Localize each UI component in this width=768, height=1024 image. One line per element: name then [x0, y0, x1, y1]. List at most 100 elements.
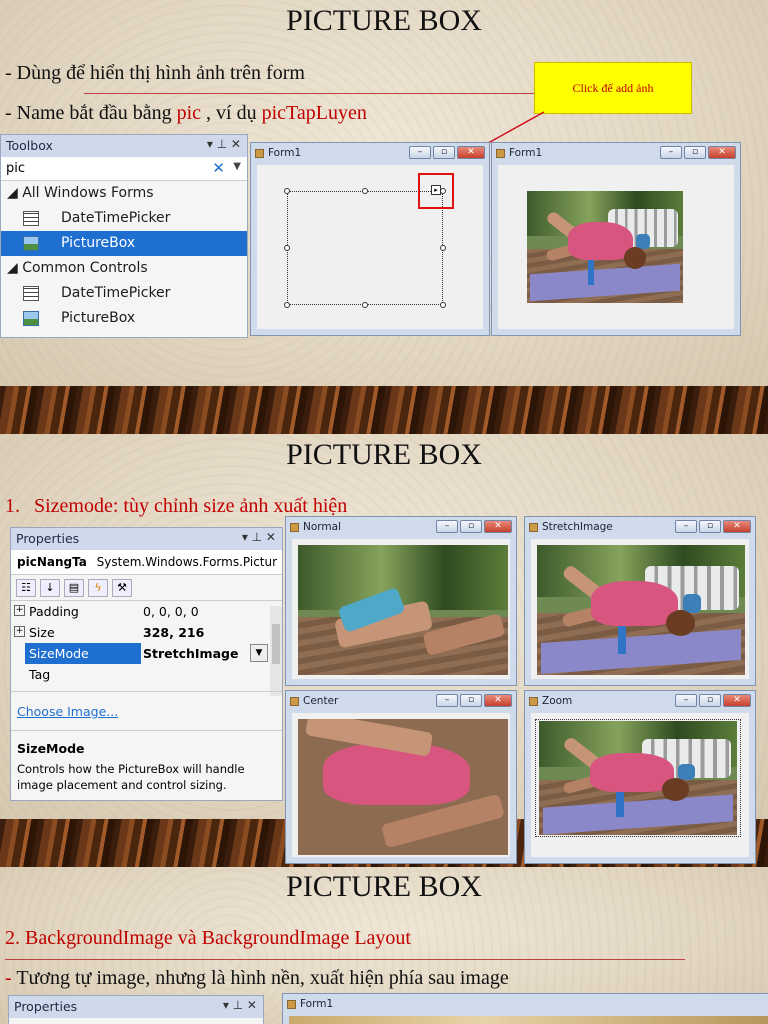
toolbox-title: Toolbox	[6, 138, 53, 153]
form-window: Form1	[282, 993, 768, 1024]
chevron-down-icon[interactable]: ▼	[233, 161, 241, 172]
bullet-text: , ví dụ	[201, 102, 262, 124]
description-text: Controls how the PictureBox will handle …	[17, 762, 245, 792]
maximize-button[interactable]: ▫	[699, 520, 721, 533]
window-titlebar: Center – ▫ ✕	[286, 691, 516, 712]
form-result-window: Form1 – ▫ ✕	[491, 142, 741, 336]
minimize-button[interactable]: –	[660, 146, 682, 159]
minimize-button[interactable]: –	[409, 146, 431, 159]
item-label: PictureBox	[61, 310, 136, 326]
form-client-area	[498, 165, 734, 329]
toolbox-item-datetimepicker[interactable]: DateTimePicker	[1, 206, 247, 231]
close-button[interactable]: ✕	[457, 146, 485, 159]
resize-handle[interactable]	[362, 188, 368, 194]
property-value: 328, 216	[143, 625, 205, 640]
form-client-area	[292, 539, 510, 679]
object-selector[interactable]: picNangTa System.Windows.Forms.Pictur	[11, 550, 282, 575]
workout-photo	[539, 721, 737, 835]
maximize-button[interactable]: ▫	[460, 520, 482, 533]
window-title: Form1	[300, 998, 334, 1010]
toolbox-item-picturebox[interactable]: PictureBox	[1, 306, 247, 331]
properties-icon[interactable]: ▤	[64, 579, 84, 597]
clear-icon[interactable]: ✕	[212, 159, 225, 177]
pin-close-icons[interactable]: ▾ ⊥ ✕	[242, 530, 276, 544]
close-button[interactable]: ✕	[708, 146, 736, 159]
app-icon	[290, 697, 299, 706]
minimize-button[interactable]: –	[675, 694, 697, 707]
close-button[interactable]: ✕	[723, 694, 751, 707]
close-button[interactable]: ✕	[484, 694, 512, 707]
item-label: DateTimePicker	[61, 210, 171, 226]
minimize-button[interactable]: –	[675, 520, 697, 533]
property-row-size[interactable]: + Size 328, 216	[11, 622, 282, 643]
chevron-down-icon[interactable]: ▼	[250, 644, 268, 662]
divider-line	[84, 93, 534, 94]
alphabetical-icon[interactable]: ↓	[40, 579, 60, 597]
expand-icon[interactable]: +	[14, 626, 25, 637]
window-titlebar: Normal – ▫ ✕	[286, 517, 516, 538]
form-client-area	[292, 713, 510, 857]
pin-close-icons[interactable]: ▾ ⊥ ✕	[207, 137, 241, 151]
resize-handle[interactable]	[284, 188, 290, 194]
minimize-button[interactable]: –	[436, 694, 458, 707]
properties-title: Properties	[14, 999, 78, 1014]
property-row-sizemode[interactable]: SizeMode StretchImage ▼	[11, 643, 282, 664]
properties-header: Properties ▾ ⊥ ✕	[11, 528, 282, 550]
maximize-button[interactable]: ▫	[433, 146, 455, 159]
window-title: StretchImage	[542, 521, 613, 533]
categorized-icon[interactable]: ☷	[16, 579, 36, 597]
divider-line	[5, 959, 685, 960]
bullet-text: - Name bắt đầu bằng	[5, 102, 177, 124]
properties-panel: Properties ▾ ⊥ ✕ picNangTa System.Window…	[10, 527, 283, 801]
item-label: DateTimePicker	[61, 285, 171, 301]
object-type: System.Windows.Forms.Pictur	[96, 555, 278, 569]
choose-image-link[interactable]: Choose Image...	[17, 704, 118, 719]
heading-text: Sizemode: tùy chỉnh size ảnh xuất hiện	[34, 495, 348, 517]
pin-close-icons[interactable]: ▾ ⊥ ✕	[223, 998, 257, 1012]
resize-handle[interactable]	[284, 302, 290, 308]
close-button[interactable]: ✕	[723, 520, 751, 533]
close-button[interactable]: ✕	[484, 520, 512, 533]
search-value: pic	[6, 161, 26, 176]
properties-panel: Properties ▾ ⊥ ✕	[8, 995, 264, 1024]
wood-divider	[0, 386, 768, 434]
wrench-icon[interactable]: ⚒	[112, 579, 132, 597]
section-heading: 2. BackgroundImage và BackgroundImage La…	[5, 927, 411, 949]
property-name: SizeMode	[25, 643, 141, 664]
property-name: Size	[29, 625, 55, 640]
property-name: Tag	[29, 667, 51, 682]
toolbox-search-input[interactable]: pic ✕ ▼	[1, 157, 247, 181]
scrollbar[interactable]	[270, 606, 282, 696]
category-common-controls[interactable]: ◢ Common Controls	[1, 256, 247, 281]
minimize-button[interactable]: –	[436, 520, 458, 533]
app-icon	[255, 149, 264, 158]
window-title: Form1	[509, 147, 543, 159]
property-row-padding[interactable]: + Padding 0, 0, 0, 0	[11, 601, 282, 622]
app-icon	[287, 1000, 296, 1009]
property-row-tag[interactable]: Tag	[11, 664, 282, 685]
window-title: Form1	[268, 147, 302, 159]
toolbox-item-picturebox[interactable]: PictureBox	[1, 231, 247, 256]
events-icon[interactable]: ϟ	[88, 579, 108, 597]
resize-handle[interactable]	[362, 302, 368, 308]
picture-icon	[23, 311, 39, 326]
category-all-windows-forms[interactable]: ◢ All Windows Forms	[1, 181, 247, 206]
maximize-button[interactable]: ▫	[684, 146, 706, 159]
bullet-text: Tương tự image, nhưng là hình nền, xuất …	[16, 967, 509, 989]
bullet-line-2: - Name bắt đầu bằng pic , ví dụ picTapLu…	[5, 102, 367, 125]
resize-handle[interactable]	[440, 302, 446, 308]
calendar-icon	[23, 286, 39, 301]
form-client-area	[531, 539, 749, 679]
app-icon	[290, 523, 299, 532]
maximize-button[interactable]: ▫	[460, 694, 482, 707]
bullet-line: - Tương tự image, nhưng là hình nền, xuấ…	[5, 967, 509, 990]
slide-title: PICTURE BOX	[286, 438, 482, 471]
maximize-button[interactable]: ▫	[699, 694, 721, 707]
toolbox-item-datetimepicker[interactable]: DateTimePicker	[1, 281, 247, 306]
resize-handle[interactable]	[440, 245, 446, 251]
toolbox-panel: Toolbox ▾ ⊥ ✕ pic ✕ ▼ ◢ All Windows Form…	[0, 134, 248, 338]
workout-photo	[298, 719, 508, 855]
slide-title: PICTURE BOX	[286, 4, 482, 37]
resize-handle[interactable]	[284, 245, 290, 251]
expand-icon[interactable]: +	[14, 605, 25, 616]
